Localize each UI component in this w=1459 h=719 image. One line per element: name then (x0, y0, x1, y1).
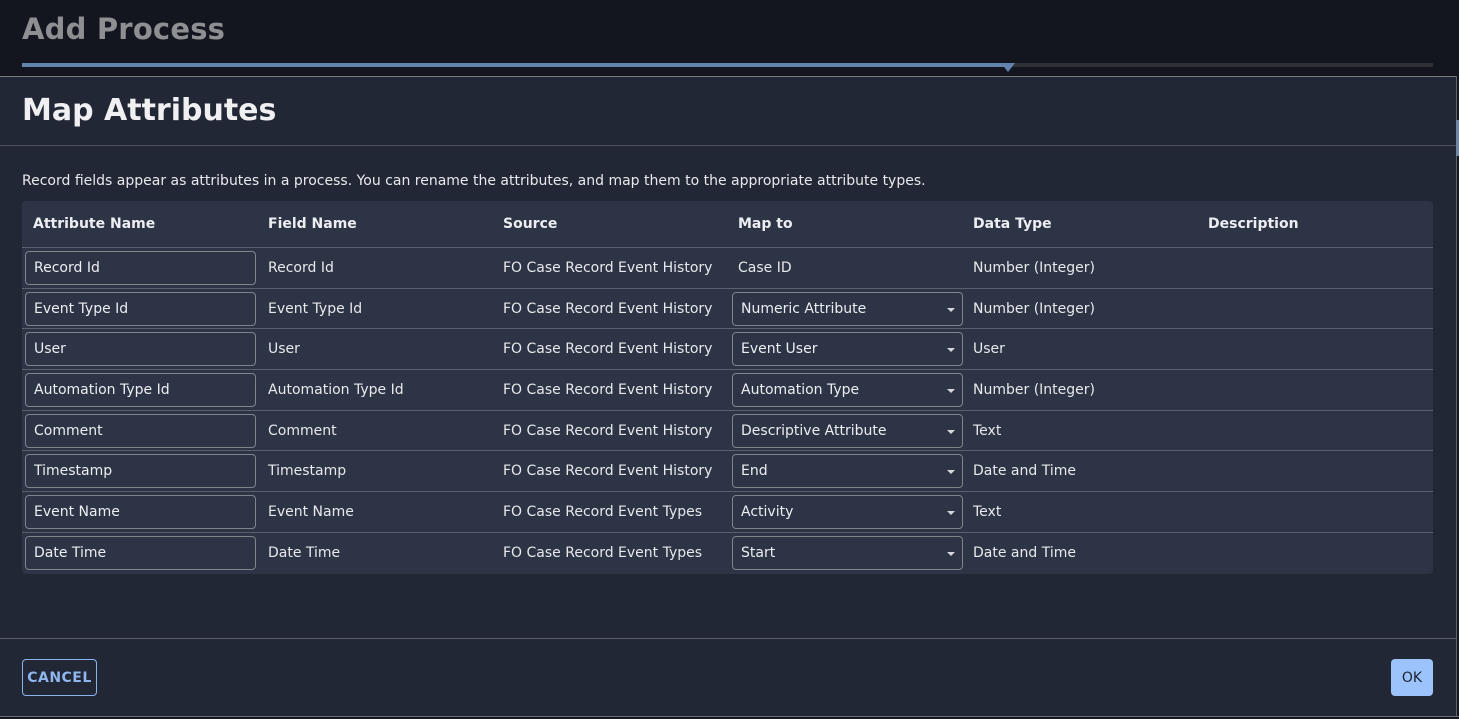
map-to-select[interactable]: Start (732, 536, 963, 571)
map-to-value: Start (741, 545, 776, 562)
dialog-description: Record fields appear as attributes in a … (22, 173, 926, 189)
source-cell: FO Case Record Event History (503, 381, 713, 398)
table-row: User FO Case Record Event History Event … (22, 329, 1433, 371)
column-header-field-name: Field Name (268, 216, 357, 232)
column-header-source: Source (503, 216, 558, 232)
attribute-name-cell (22, 372, 257, 407)
data-type-cell: Text (973, 503, 1002, 520)
data-type-cell: Number (Integer) (973, 259, 1095, 276)
field-name-cell: Comment (268, 422, 337, 439)
table-body: Record Id FO Case Record Event History C… (22, 248, 1433, 574)
field-name-cell: User (268, 341, 300, 358)
map-to-select[interactable]: Descriptive Attribute (732, 413, 963, 448)
attribute-name-input[interactable] (25, 332, 256, 367)
wizard-progress-fill (22, 63, 1009, 67)
attribute-name-cell (22, 536, 257, 571)
chevron-down-icon (947, 348, 955, 353)
source-cell: FO Case Record Event History (503, 463, 713, 480)
cancel-button[interactable]: CANCEL (22, 659, 97, 696)
map-to-value: Case ID (738, 259, 792, 276)
data-type-cell: Number (Integer) (973, 300, 1095, 317)
field-name-cell: Timestamp (268, 463, 347, 480)
source-cell: FO Case Record Event History (503, 259, 713, 276)
table-row: Comment FO Case Record Event History Des… (22, 411, 1433, 452)
attribute-name-input[interactable] (25, 250, 256, 285)
map-to-value: Event User (741, 341, 818, 358)
ok-button[interactable]: OK (1391, 659, 1433, 696)
data-type-cell: User (973, 341, 1005, 358)
attribute-name-cell (22, 291, 257, 326)
table-row: Record Id FO Case Record Event History C… (22, 248, 1433, 289)
attributes-table: Attribute Name Field Name Source Map to … (22, 201, 1433, 574)
attribute-name-input[interactable] (25, 413, 256, 448)
attribute-name-input[interactable] (25, 372, 256, 407)
map-to-cell: Numeric Attribute (727, 291, 963, 326)
chevron-down-icon (947, 388, 955, 393)
field-name-cell: Record Id (268, 259, 334, 276)
field-name-cell: Date Time (268, 545, 341, 562)
data-type-cell: Date and Time (973, 463, 1076, 480)
wizard-progress-bar (22, 63, 1433, 72)
wizard-header: Add Process (0, 0, 1459, 76)
attribute-name-cell (22, 413, 257, 448)
map-to-cell: Descriptive Attribute (727, 413, 963, 448)
map-to-cell: Activity (727, 494, 963, 529)
map-to-select[interactable]: End (732, 454, 963, 489)
table-header: Attribute Name Field Name Source Map to … (22, 201, 1433, 248)
column-header-attribute-name: Attribute Name (33, 216, 156, 232)
chevron-down-icon (947, 552, 955, 557)
map-to-select[interactable]: Activity (732, 494, 963, 529)
map-to-select[interactable]: Numeric Attribute (732, 291, 963, 326)
source-cell: FO Case Record Event History (503, 341, 713, 358)
attribute-name-cell (22, 494, 257, 529)
column-header-data-type: Data Type (973, 216, 1052, 232)
field-name-cell: Event Name (268, 503, 354, 520)
source-cell: FO Case Record Event History (503, 422, 713, 439)
source-cell: FO Case Record Event Types (503, 545, 703, 562)
field-name-cell: Automation Type Id (268, 381, 404, 398)
progress-marker-icon (1001, 63, 1016, 72)
wizard-title: Add Process (22, 12, 226, 46)
map-to-cell: Case ID (727, 260, 962, 276)
table-row: Event Name FO Case Record Event Types Ac… (22, 492, 1433, 533)
chevron-down-icon (947, 470, 955, 475)
source-cell: FO Case Record Event Types (503, 503, 703, 520)
source-cell: FO Case Record Event History (503, 300, 713, 317)
attribute-name-input[interactable] (25, 291, 256, 326)
chevron-down-icon (947, 307, 955, 312)
chevron-down-icon (947, 429, 955, 434)
map-to-cell: Start (727, 536, 963, 571)
map-to-value: Activity (741, 503, 794, 520)
map-to-value: Automation Type (741, 381, 860, 398)
map-to-cell: Event User (727, 332, 963, 367)
data-type-cell: Text (973, 422, 1002, 439)
table-row: Date Time FO Case Record Event Types Sta… (22, 533, 1433, 574)
dialog-title: Map Attributes (22, 93, 277, 128)
attribute-name-cell (22, 332, 257, 367)
map-to-value: Descriptive Attribute (741, 422, 887, 439)
field-name-cell: Event Type Id (268, 300, 363, 317)
table-row: Event Type Id FO Case Record Event Histo… (22, 289, 1433, 330)
column-header-map-to: Map to (738, 216, 793, 232)
map-to-cell: End (727, 454, 963, 489)
data-type-cell: Date and Time (973, 545, 1076, 562)
map-to-cell: Automation Type (727, 372, 963, 407)
column-header-description: Description (1208, 216, 1299, 232)
attribute-name-input[interactable] (25, 494, 256, 529)
table-row: Automation Type Id FO Case Record Event … (22, 370, 1433, 411)
attribute-name-input[interactable] (25, 536, 256, 571)
divider (0, 145, 1456, 146)
divider (0, 638, 1456, 639)
attribute-name-cell (22, 250, 257, 285)
chevron-down-icon (947, 510, 955, 515)
data-type-cell: Number (Integer) (973, 381, 1095, 398)
map-to-value: End (741, 463, 768, 480)
attribute-name-cell (22, 454, 257, 489)
map-to-select[interactable]: Automation Type (732, 372, 963, 407)
map-to-select[interactable]: Event User (732, 332, 963, 367)
table-row: Timestamp FO Case Record Event History E… (22, 451, 1433, 493)
map-attributes-dialog: Map Attributes Record fields appear as a… (0, 76, 1457, 716)
attribute-name-input[interactable] (25, 454, 256, 489)
map-to-value: Numeric Attribute (741, 300, 867, 317)
